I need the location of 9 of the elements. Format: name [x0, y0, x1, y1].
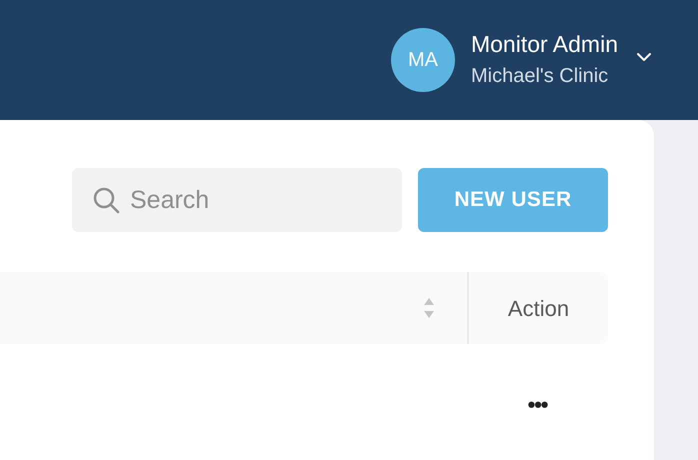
user-menu[interactable]: MA Monitor Admin Michael's Clinic [390, 28, 652, 92]
search-icon [92, 186, 120, 214]
more-options-button[interactable]: ••• [528, 394, 548, 416]
chevron-down-icon[interactable] [636, 52, 652, 62]
clinic-name: Michael's Clinic [470, 64, 610, 89]
user-name: Monitor Admin [470, 30, 618, 59]
avatar: MA [390, 28, 455, 92]
search-field[interactable]: Search [72, 168, 402, 232]
column-header[interactable]: Action [508, 292, 570, 324]
